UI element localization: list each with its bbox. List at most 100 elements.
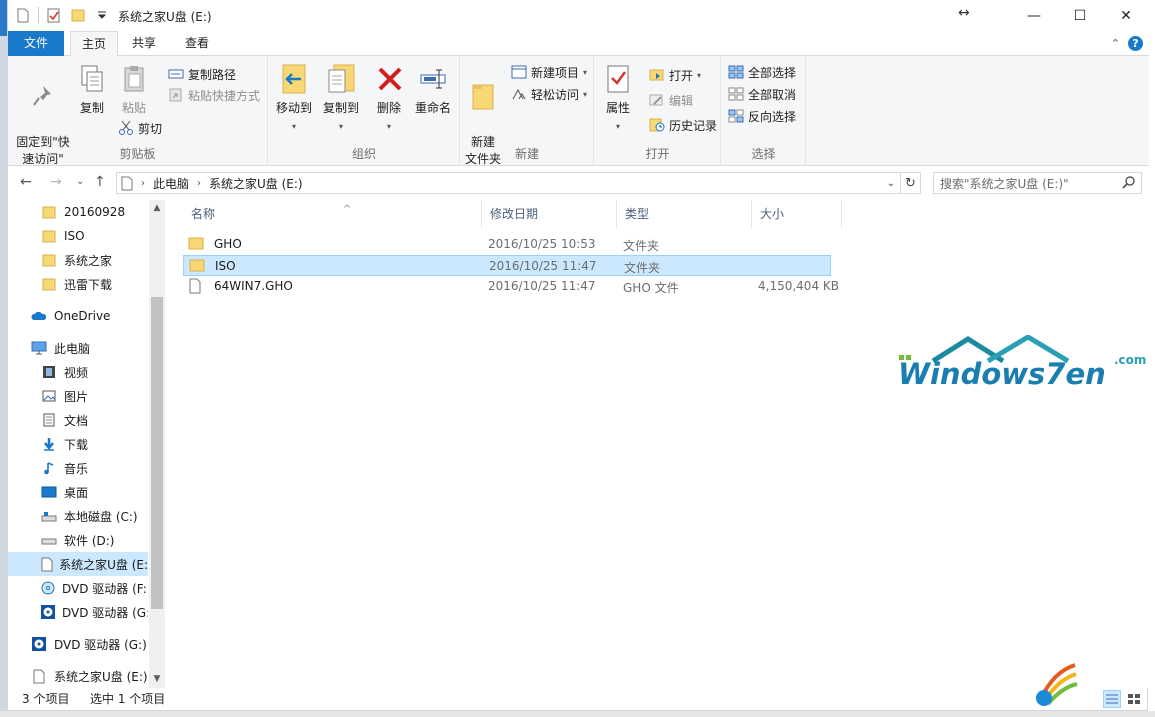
cut-button[interactable]: 剪切 — [118, 118, 162, 138]
breadcrumb-this-pc[interactable]: 此电脑 — [149, 175, 193, 192]
collapse-ribbon-icon[interactable]: ⌃ — [1111, 37, 1120, 50]
navigation-pane: 20160928 ISO 系统之家 迅雷下载 OneDrive 此电脑 视频 图… — [8, 200, 165, 688]
column-header-name[interactable]: 名称 ^ — [183, 200, 482, 228]
open-button[interactable]: 打开 ▾ — [649, 65, 701, 85]
breadcrumb-usb-drive[interactable]: 系统之家U盘 (E:) — [205, 175, 307, 192]
new-item-label: 新建项目 — [531, 65, 580, 80]
nav-item-label: OneDrive — [54, 309, 111, 323]
easy-access-button[interactable]: 轻松访问 ▾ — [511, 84, 587, 104]
nav-item-music[interactable]: 音乐 — [8, 456, 148, 480]
edit-button[interactable]: 编辑 — [649, 90, 693, 110]
nav-item-dvd-g[interactable]: DVD 驱动器 (G: — [8, 600, 148, 624]
copy-button[interactable]: 复制 — [74, 62, 110, 117]
new-folder-icon[interactable] — [69, 6, 87, 24]
copy-path-button[interactable]: 复制路径 — [168, 64, 236, 84]
properties-check-icon[interactable] — [45, 6, 63, 24]
details-view-icon[interactable] — [1103, 690, 1121, 708]
document-icon — [40, 412, 58, 428]
invert-selection-button[interactable]: 反向选择 — [728, 106, 796, 126]
nav-item-dvd-f[interactable]: DVD 驱动器 (F:) — [8, 576, 148, 600]
nav-pane-scrollbar[interactable]: ▲ ▼ — [149, 200, 165, 688]
paste-button[interactable]: 粘贴 — [114, 62, 154, 117]
address-bar[interactable]: › 此电脑 › 系统之家U盘 (E:) ⌄ ↻ — [116, 172, 921, 194]
large-icons-view-icon[interactable] — [1125, 690, 1143, 708]
close-button[interactable]: ✕ — [1103, 0, 1149, 31]
nav-item-label: 迅雷下载 — [64, 277, 113, 292]
nav-item-usb-drive-e[interactable]: 系统之家U盘 (E: — [8, 552, 148, 576]
tab-view[interactable]: 查看 — [172, 31, 222, 56]
nav-item-local-disk-c[interactable]: 本地磁盘 (C:) — [8, 504, 148, 528]
customize-toolbar-dropdown-icon[interactable] — [93, 6, 111, 24]
blank-page-icon[interactable] — [14, 6, 32, 24]
scroll-up-icon[interactable]: ▲ — [149, 200, 165, 217]
history-label: 历史记录 — [669, 118, 718, 133]
nav-item-documents[interactable]: 文档 — [8, 408, 148, 432]
folder-icon — [40, 204, 58, 220]
column-header-size-label: 大小 — [760, 207, 785, 221]
new-item-button[interactable]: 新建项目 ▾ — [511, 62, 587, 82]
scroll-down-icon[interactable]: ▼ — [149, 671, 165, 688]
nav-item-pictures[interactable]: 图片 — [8, 384, 148, 408]
nav-item-label: 文档 — [64, 413, 89, 428]
back-arrow-icon[interactable]: ← — [20, 174, 32, 190]
view-toggle-buttons — [1103, 690, 1143, 708]
recent-locations-chevron-icon[interactable]: ⌄ — [76, 176, 84, 187]
nav-item-label: DVD 驱动器 (F:) — [62, 581, 148, 596]
rename-button[interactable]: 重命名 — [413, 62, 453, 117]
nav-item-videos[interactable]: 视频 — [8, 360, 148, 384]
address-dropdown-icon[interactable]: ⌄ — [882, 178, 900, 189]
nav-item-xitongzhijia[interactable]: 系统之家 — [8, 248, 148, 272]
resize-arrows-icon: ↔ — [958, 5, 970, 21]
open-caret-icon: ▾ — [697, 70, 702, 80]
nav-item-usb-drive-e-root[interactable]: 系统之家U盘 (E:) — [8, 664, 148, 688]
select-all-button[interactable]: 全部选择 — [728, 62, 796, 82]
delete-button[interactable]: 删除 ▾ — [373, 62, 405, 135]
scrollbar-thumb[interactable] — [151, 297, 163, 609]
breadcrumb-separator-icon[interactable]: › — [137, 178, 149, 189]
ribbon: 固定到"快 速访问" 复制 粘贴 复制路径 粘贴快捷方式 剪切 剪贴板 移动到 … — [8, 56, 1149, 166]
refresh-icon[interactable]: ↻ — [900, 173, 920, 193]
help-icon[interactable]: ? — [1128, 36, 1143, 51]
history-button[interactable]: 历史记录 — [649, 115, 717, 135]
search-box[interactable]: 搜索"系统之家U盘 (E:)" — [933, 172, 1142, 194]
file-row[interactable]: ISO 2016/10/25 11:47 文件夹 — [183, 255, 831, 276]
forward-arrow-icon[interactable]: → — [50, 174, 62, 190]
tab-file[interactable]: 文件 — [8, 31, 64, 56]
nav-item-label: ISO — [64, 229, 85, 243]
select-none-button[interactable]: 全部取消 — [728, 84, 796, 104]
nav-item-xunlei-downloads[interactable]: 迅雷下载 — [8, 272, 148, 296]
nav-item-label: DVD 驱动器 (G:) — [54, 637, 147, 652]
nav-item-downloads[interactable]: 下载 — [8, 432, 148, 456]
nav-item-software-d[interactable]: 软件 (D:) — [8, 528, 148, 552]
nav-item-onedrive[interactable]: OneDrive — [8, 304, 148, 328]
nav-item-20160928[interactable]: 20160928 — [8, 200, 148, 224]
properties-button[interactable]: 属性 ▾ — [601, 62, 635, 135]
search-icon[interactable] — [1122, 176, 1135, 192]
title-bar: 系统之家U盘 (E:) ↔ — ☐ ✕ — [8, 0, 1149, 31]
nav-item-this-pc[interactable]: 此电脑 — [8, 336, 148, 360]
nav-item-dvd-g-root[interactable]: DVD 驱动器 (G:) — [8, 632, 148, 656]
nav-item-iso[interactable]: ISO — [8, 224, 148, 248]
nav-item-desktop[interactable]: 桌面 — [8, 480, 148, 504]
history-icon — [649, 118, 665, 132]
ribbon-tabs: 文件 主页 共享 查看 ⌃ ? — [8, 31, 1149, 57]
window-left-edge — [0, 0, 7, 717]
toolbar-divider — [38, 7, 39, 23]
file-type: GHO 文件 — [623, 281, 679, 295]
column-header-date[interactable]: 修改日期 — [482, 200, 617, 228]
tab-share[interactable]: 共享 — [120, 31, 168, 56]
file-row[interactable]: 64WIN7.GHO 2016/10/25 11:47 GHO 文件 4,150… — [183, 276, 839, 297]
tab-home[interactable]: 主页 — [70, 31, 118, 57]
breadcrumb-separator-icon[interactable]: › — [193, 178, 205, 189]
maximize-button[interactable]: ☐ — [1057, 0, 1103, 31]
up-arrow-icon[interactable]: ↑ — [94, 174, 106, 190]
minimize-button[interactable]: — — [1011, 0, 1057, 31]
column-header-size[interactable]: 大小 — [752, 200, 842, 228]
usb-drive-icon — [30, 668, 48, 684]
move-to-button[interactable]: 移动到 ▾ — [275, 62, 313, 135]
copy-to-button[interactable]: 复制到 ▾ — [322, 62, 360, 135]
file-row[interactable]: GHO 2016/10/25 10:53 文件夹 — [183, 234, 831, 255]
paste-shortcut-button[interactable]: 粘贴快捷方式 — [168, 85, 260, 105]
column-header-type[interactable]: 类型 — [617, 200, 752, 228]
copy-icon — [75, 62, 109, 96]
